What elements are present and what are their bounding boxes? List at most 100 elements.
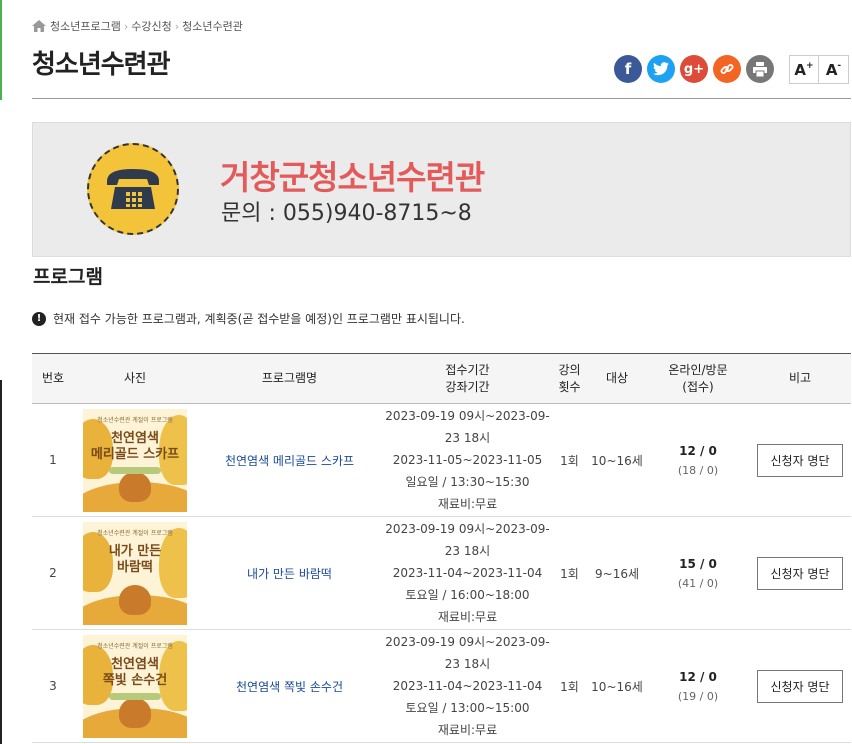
font-increase-button[interactable]: A + xyxy=(789,55,819,84)
row-photo: 청소년수련관 계절이 프로그램 천연염색 쪽빛 손수건 xyxy=(74,630,196,743)
thumb-title-line1: 내가 만든 xyxy=(108,543,162,559)
google-plus-icon[interactable]: g+ xyxy=(680,55,708,83)
row-target: 10~16세 xyxy=(591,453,643,468)
visit-count: (18 / 0) xyxy=(677,463,719,477)
row-photo: 청소년수련관 계절이 프로그램 천연염색 메리골드 스카프 xyxy=(74,404,196,517)
row-name: 천연염색 쪽빛 손수건 xyxy=(196,630,383,743)
header-period-course: 강좌기간 xyxy=(445,379,490,394)
program-link[interactable]: 천연염색 메리골드 스카프 xyxy=(225,454,354,468)
row-name: 천연염색 메리골드 스카프 xyxy=(196,404,383,517)
section-title: 프로그램 xyxy=(33,266,103,288)
online-count: 15 / 0 xyxy=(679,556,717,571)
applicant-list-button[interactable]: 신청자 명단 xyxy=(757,443,843,477)
breadcrumb-item-3[interactable]: 청소년수련관 xyxy=(182,18,243,34)
notice: ! 현재 접수 가능한 프로그램과, 계획중(곧 접수받을 예정)인 프로그램만… xyxy=(32,310,465,327)
google-plus-label: g+ xyxy=(683,61,705,77)
material-fee: 재료비:무료 xyxy=(437,497,498,511)
breadcrumb-item-1[interactable]: 청소년프로그램 xyxy=(50,18,121,34)
row-no: 3 xyxy=(49,679,57,693)
header-count: 강의횟수 xyxy=(552,354,587,404)
program-link[interactable]: 내가 만든 바람떡 xyxy=(247,567,332,581)
page-title: 청소년수련관 xyxy=(32,50,171,80)
left-dark-bar xyxy=(0,380,2,744)
course-period: 2023-11-04~2023-11-04 xyxy=(392,566,543,580)
contact-banner: 거창군청소년수련관 문의 : 055)940-8715~8 xyxy=(32,122,851,257)
header-photo: 사진 xyxy=(123,371,147,385)
row-online: 12 / 0 (19 / 0) xyxy=(647,630,749,743)
font-decrease-button[interactable]: A- xyxy=(819,55,849,84)
course-period: 2023-11-05~2023-11-05 xyxy=(392,453,543,467)
header-target: 대상 xyxy=(605,371,629,385)
program-thumbnail[interactable]: 청소년수련관 계절이 프로그램 천연염색 메리골드 스카프 xyxy=(83,408,187,512)
minus-sign: - xyxy=(837,60,842,71)
squirrel-icon xyxy=(119,584,151,615)
online-count: 12 / 0 xyxy=(679,443,717,458)
printer-icon xyxy=(753,61,767,77)
chevron-right-icon: › xyxy=(174,19,180,33)
row-period: 2023-09-19 09시~2023-09-23 18시 2023-11-04… xyxy=(383,517,552,630)
header-name: 프로그램명 xyxy=(261,371,318,385)
thumb-title-line2: 바람떡 xyxy=(117,559,153,575)
row-no: 1 xyxy=(49,453,57,467)
facebook-label: f xyxy=(624,60,632,78)
applicant-list-button[interactable]: 신청자 명단 xyxy=(757,669,843,703)
squirrel-icon xyxy=(119,697,151,728)
program-thumbnail[interactable]: 청소년수련관 계절이 프로그램 내가 만든 바람떡 xyxy=(83,521,187,625)
row-online: 15 / 0 (41 / 0) xyxy=(647,517,749,630)
title-divider xyxy=(32,98,851,99)
phone-icon xyxy=(87,143,179,235)
font-size-controls: A + A- xyxy=(789,55,849,84)
visit-count: (19 / 0) xyxy=(677,689,719,703)
header-period: 접수기간강좌기간 xyxy=(383,354,552,404)
font-down-label: A xyxy=(825,60,838,79)
header-period-reg: 접수기간 xyxy=(445,362,490,377)
thumb-pill xyxy=(109,692,161,700)
row-target: 10~16세 xyxy=(591,679,643,694)
visit-count: (41 / 0) xyxy=(677,576,719,590)
program-link[interactable]: 천연염색 쪽빛 손수건 xyxy=(236,680,343,694)
breadcrumb: 청소년프로그램 › 수강신청 › 청소년수련관 xyxy=(32,18,243,34)
header-count-2: 횟수 xyxy=(558,379,581,394)
course-time: 토요일 / 16:00~18:00 xyxy=(405,588,530,602)
chain-link-icon xyxy=(720,64,734,74)
thumb-title: 천연염색 쪽빛 손수건 xyxy=(83,657,187,689)
breadcrumb-item-2[interactable]: 수강신청 xyxy=(131,18,171,34)
facebook-icon[interactable]: f xyxy=(614,55,642,83)
left-accent-bar xyxy=(0,0,2,100)
thumb-title-line1: 천연염색 xyxy=(111,656,159,672)
row-note: 신청자 명단 xyxy=(749,517,851,630)
row-period: 2023-09-19 09시~2023-09-23 18시 2023-11-05… xyxy=(383,404,552,517)
header-no: 번호 xyxy=(41,371,65,385)
chevron-right-icon: › xyxy=(123,19,129,33)
contact-phone: 문의 : 055)940-8715~8 xyxy=(221,201,472,226)
thumb-subtitle: 청소년수련관 계절이 프로그램 xyxy=(97,529,173,537)
twitter-icon[interactable] xyxy=(647,55,675,83)
program-thumbnail[interactable]: 청소년수련관 계절이 프로그램 천연염색 쪽빛 손수건 xyxy=(83,634,187,738)
header-online-1: 온라인/방문 xyxy=(668,362,728,377)
telephone-icon xyxy=(107,169,159,209)
program-table: 번호 사진 프로그램명 접수기간 강좌기간 강의 횟수 대상 온라인/방문 (접수) … xyxy=(32,353,851,743)
exclamation-icon: ! xyxy=(32,311,46,326)
thumb-subtitle: 청소년수련관 계절이 프로그램 xyxy=(97,642,173,650)
home-icon[interactable] xyxy=(32,20,46,32)
header-note: 비고 xyxy=(788,371,812,385)
row-note: 신청자 명단 xyxy=(749,404,851,517)
reg-period: 2023-09-19 09시~2023-09-23 18시 xyxy=(385,635,550,671)
link-copy-icon[interactable] xyxy=(713,55,741,83)
thumb-title-line2: 메리골드 스카프 xyxy=(90,446,180,462)
table-row: 1 청소년수련관 계절이 프로그램 천연염색 메리골드 스카프 천연염색 메리골드… xyxy=(32,404,851,517)
squirrel-icon xyxy=(119,471,151,502)
contact-org-name: 거창군청소년수련관 xyxy=(220,158,485,197)
row-count: 1회 xyxy=(560,453,579,468)
thumb-pill xyxy=(109,466,161,474)
table-row: 2 청소년수련관 계절이 프로그램 내가 만든 바람떡 내가 만든 바람떡 202… xyxy=(32,517,851,630)
header-count-1: 강의 xyxy=(558,362,581,377)
thumb-title-line1: 천연염색 xyxy=(111,430,159,446)
row-no: 2 xyxy=(49,566,57,580)
plus-sign: + xyxy=(806,60,814,71)
share-buttons: f g+ xyxy=(614,55,774,83)
applicant-list-button[interactable]: 신청자 명단 xyxy=(757,556,843,590)
material-fee: 재료비:무료 xyxy=(437,610,498,624)
print-icon[interactable] xyxy=(746,55,774,83)
table-row: 3 청소년수련관 계절이 프로그램 천연염색 쪽빛 손수건 천연염색 쪽빛 손수건… xyxy=(32,630,851,743)
